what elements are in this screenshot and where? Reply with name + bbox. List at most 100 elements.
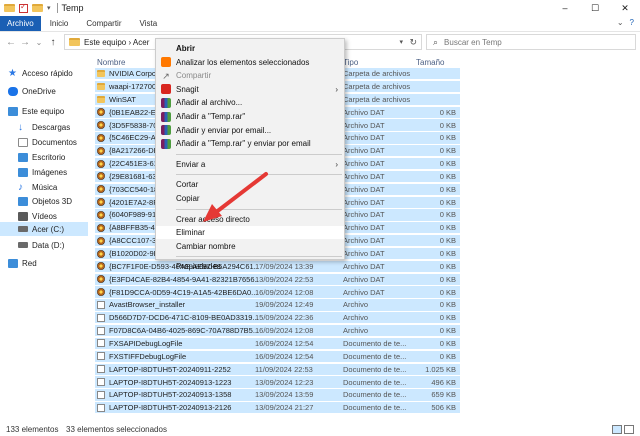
tab-archivo[interactable]: Archivo: [0, 16, 41, 31]
back-icon[interactable]: ←: [4, 37, 18, 48]
help-icon[interactable]: ?: [630, 18, 634, 27]
sidebar-item-acceso-rapido[interactable]: ★ Acceso rápido: [8, 66, 73, 80]
file-size: 0 KB: [439, 171, 456, 181]
file-size: 0 KB: [439, 210, 456, 220]
sidebar-item-documentos[interactable]: Documentos: [18, 135, 77, 149]
file-type: Archivo DAT: [343, 287, 385, 297]
file-type: Archivo DAT: [343, 184, 385, 194]
menu-item-label: Añadir a "Temp.rar": [176, 112, 246, 121]
menu-item-anadir-a-temp-rar[interactable]: Añadir a "Temp.rar": [156, 110, 344, 123]
sidebar-item-este-equipo[interactable]: Este equipo: [8, 104, 64, 118]
sidebar-item-label: Acceso rápido: [22, 68, 73, 78]
search-icon: ⌕: [433, 36, 439, 47]
file-icon: [97, 365, 105, 374]
details-view-icon[interactable]: [612, 425, 622, 434]
menu-item-eliminar[interactable]: Eliminar: [156, 226, 344, 240]
menu-item-copiar[interactable]: Copiar: [156, 192, 344, 205]
dat-file-icon: [97, 108, 105, 117]
menu-item-abrir[interactable]: Abrir: [156, 42, 344, 55]
menu-item-cambiar-nombre[interactable]: Cambiar nombre: [156, 240, 344, 253]
menu-item-label: Cambiar nombre: [176, 241, 236, 251]
menu-item-anadir-y-enviar-por-email[interactable]: Añadir y enviar por email...: [156, 124, 344, 137]
file-row[interactable]: LAPTOP-I8DTUH5T-20240911-2252 11/09/2024 …: [95, 363, 460, 375]
file-type: Documento de te...: [343, 403, 407, 413]
file-size: 0 KB: [439, 338, 456, 348]
drive-icon: [18, 226, 28, 232]
recent-locations-icon[interactable]: ⌄: [32, 38, 46, 47]
sidebar-item-data-d[interactable]: Data (D:): [18, 238, 64, 252]
file-row[interactable]: F07D8C6A-04B6-4025-869C-70A788D7B5... 16/…: [95, 325, 460, 337]
file-row[interactable]: LAPTOP-I8DTUH5T-20240913-1358 13/09/2024 …: [95, 389, 460, 401]
refresh-icon[interactable]: ↻: [409, 37, 417, 48]
file-date: 16/09/2024 12:54: [255, 338, 314, 348]
address-dropdown-icon[interactable]: ▾: [399, 38, 403, 46]
maximize-button[interactable]: ☐: [580, 0, 610, 16]
menu-item-propiedades[interactable]: Propiedades: [156, 260, 344, 273]
dat-file-icon: [97, 159, 105, 168]
file-size: 0 KB: [439, 313, 456, 323]
menu-item-label: Analizar los elementos seleccionados: [176, 57, 310, 67]
selected-count: 33 elementos seleccionados: [66, 425, 167, 434]
file-type: Documento de te...: [343, 338, 407, 348]
file-date: 19/09/2024 12:49: [255, 300, 314, 310]
properties-icon[interactable]: [19, 2, 28, 13]
tab-inicio[interactable]: Inicio: [41, 16, 78, 31]
sidebar-item-videos[interactable]: Vídeos: [18, 209, 57, 223]
sidebar-item-onedrive[interactable]: OneDrive: [8, 84, 56, 98]
sidebar-item-descargas[interactable]: ↓ Descargas: [18, 120, 70, 134]
file-name: F07D8C6A-04B6-4025-869C-70A788D7B5...: [109, 326, 259, 336]
status-bar: 133 elementos 33 elementos seleccionados: [0, 424, 640, 436]
minimize-button[interactable]: –: [550, 0, 580, 16]
file-row[interactable]: LAPTOP-I8DTUH5T-20240913-2126 13/09/2024 …: [95, 402, 460, 414]
expand-ribbon-icon[interactable]: ⌄: [617, 18, 624, 27]
folder-icon: [97, 95, 105, 103]
menu-item-cortar[interactable]: Cortar: [156, 178, 344, 191]
customize-toolbar-icon[interactable]: ▾: [47, 4, 51, 12]
tab-compartir[interactable]: Compartir: [77, 16, 130, 31]
sidebar-item-escritorio[interactable]: Escritorio: [18, 150, 65, 164]
new-folder-icon[interactable]: [32, 4, 43, 12]
search-box[interactable]: ⌕ Buscar en Temp: [426, 34, 636, 50]
file-row[interactable]: {F81D9CCA-0D59-4C19-A1A5-42BE6DA0... 16/0…: [95, 286, 460, 298]
file-row[interactable]: {E3FD4CAE-82B4-4854-9A41-82321B7656... 13…: [95, 273, 460, 285]
file-row[interactable]: FXSAPIDebugLogFile 16/09/2024 12:54 Docume…: [95, 337, 460, 350]
menu-item-anadir-al-archivo[interactable]: Añadir al archivo...: [156, 96, 344, 109]
sidebar-item-musica[interactable]: ♪ Música: [18, 180, 57, 194]
folder-icon: [4, 4, 15, 12]
menu-item-snagit[interactable]: Snagit ›: [156, 83, 344, 96]
cloud-icon: [8, 86, 18, 96]
computer-icon: [8, 106, 18, 116]
close-button[interactable]: ✕: [610, 0, 640, 16]
file-row[interactable]: D566D7D7-DCD6-471C-8109-BE0AD3319... 15/0…: [95, 312, 460, 324]
file-row[interactable]: FXSTIFFDebugLogFile 16/09/2024 12:54 Docum…: [95, 350, 460, 362]
sidebar-item-acer-c[interactable]: Acer (C:): [0, 222, 88, 236]
sidebar-item-imagenes[interactable]: Imágenes: [18, 165, 67, 179]
sidebar-item-red[interactable]: Red: [8, 256, 37, 270]
file-row[interactable]: AvastBrowser_installer 19/09/2024 12:49 Ar…: [95, 299, 460, 311]
menu-item-crear-acceso-directo[interactable]: Crear acceso directo: [156, 213, 344, 226]
large-icons-view-icon[interactable]: [624, 425, 634, 434]
up-icon[interactable]: ↑: [46, 37, 60, 48]
objects3d-icon: [18, 196, 28, 206]
menu-item-label: Abrir: [176, 44, 196, 53]
star-icon: ★: [8, 67, 17, 79]
menu-item-analizar-los-elementos-seleccionados[interactable]: Analizar los elementos seleccionados: [156, 56, 344, 69]
forward-icon[interactable]: →: [18, 37, 32, 48]
dat-file-icon: [97, 210, 105, 219]
file-size: 659 KB: [431, 390, 456, 400]
file-row[interactable]: LAPTOP-I8DTUH5T-20240913-1223 13/09/2024 …: [95, 376, 460, 388]
breadcrumb[interactable]: Este equipo › Acer: [84, 38, 149, 47]
tab-vista[interactable]: Vista: [131, 16, 167, 31]
search-input[interactable]: Buscar en Temp: [444, 38, 502, 47]
file-date: 13/09/2024 12:23: [255, 377, 314, 387]
file-type: Archivo DAT: [343, 249, 385, 259]
menu-item-label: Copiar: [176, 194, 200, 203]
file-type: Archivo DAT: [343, 133, 385, 143]
menu-item-label: Añadir al archivo...: [176, 98, 243, 108]
menu-item-enviar-a[interactable]: Enviar a ›: [156, 158, 344, 171]
menu-separator: [176, 153, 342, 155]
sidebar-item-objetos-3d[interactable]: Objetos 3D: [18, 194, 72, 208]
menu-item-compartir[interactable]: ↗ Compartir: [156, 69, 344, 82]
menu-item-anadir-a-temp-rar-y-enviar-por-email[interactable]: Añadir a "Temp.rar" y enviar por email: [156, 137, 344, 150]
sidebar-item-label: Objetos 3D: [32, 196, 73, 206]
